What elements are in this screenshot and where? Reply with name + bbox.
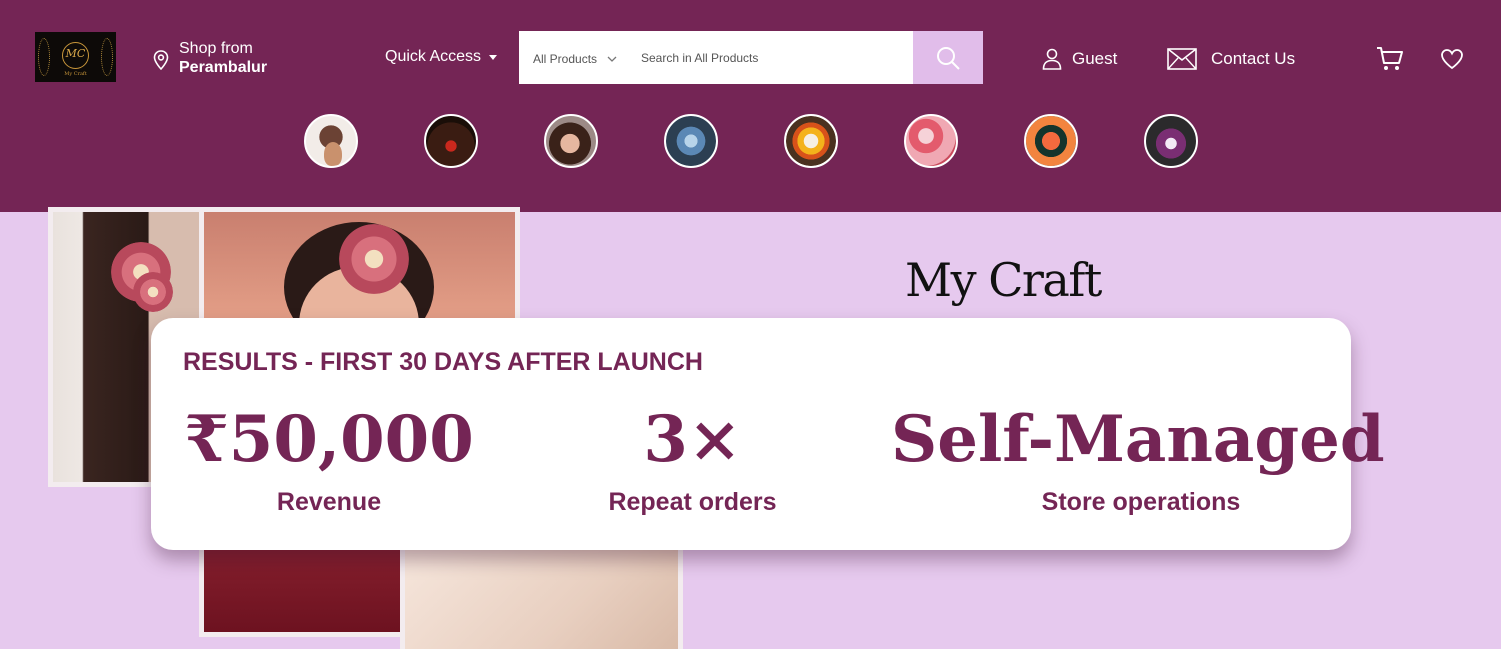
chevron-down-icon	[607, 56, 617, 62]
cart-button[interactable]	[1376, 46, 1404, 77]
logo-monogram: MC	[65, 47, 86, 60]
hero-photo-baby	[400, 542, 683, 649]
search-category-select[interactable]: All Products	[533, 52, 617, 66]
brand-logo[interactable]: MC My Craft	[35, 32, 116, 82]
contact-label: Contact Us	[1211, 49, 1296, 68]
category-kids-hair-accessories[interactable]	[304, 114, 358, 168]
account-label: Guest	[1072, 49, 1118, 68]
category-pink-flowers[interactable]	[904, 114, 958, 168]
cart-icon	[1377, 47, 1403, 70]
category-purple-flowers[interactable]	[1144, 114, 1198, 168]
hero-brand-title: My Craft	[905, 253, 1102, 307]
mail-icon	[1167, 48, 1197, 70]
quick-access-menu[interactable]: Quick Access	[385, 48, 498, 66]
chevron-down-icon	[489, 54, 498, 60]
category-hair-clips[interactable]	[544, 114, 598, 168]
location-pin-icon	[153, 50, 169, 70]
hair-flower	[339, 224, 409, 294]
location-prefix: Shop from	[179, 40, 253, 57]
heart-icon	[1441, 49, 1463, 70]
category-yellow-flowers[interactable]	[784, 114, 838, 168]
search-button[interactable]	[913, 31, 983, 84]
results-heading: RESULTS - FIRST 30 DAYS AFTER LAUNCH	[183, 348, 703, 376]
quick-access-label: Quick Access	[385, 48, 482, 65]
wishlist-button[interactable]	[1440, 48, 1464, 75]
contact-link[interactable]: Contact Us	[1167, 48, 1295, 70]
location-city: Perambalur	[179, 59, 268, 76]
search-input[interactable]	[641, 47, 911, 69]
account-link[interactable]: Guest	[1042, 48, 1117, 70]
stat-revenue-label: Revenue	[276, 488, 382, 516]
category-orange-flowers[interactable]	[1024, 114, 1078, 168]
search-category-label: All Products	[533, 52, 598, 66]
stat-repeat-orders-value: 3×	[643, 402, 742, 477]
site-header: MC My Craft Shop from Perambalur Quick A…	[0, 0, 1501, 212]
stat-repeat-orders-label: Repeat orders	[608, 488, 777, 516]
hair-flower	[133, 272, 173, 312]
stat-revenue-value: ₹50,000	[184, 402, 474, 477]
category-candles[interactable]	[424, 114, 478, 168]
results-card: RESULTS - FIRST 30 DAYS AFTER LAUNCH ₹50…	[151, 318, 1385, 550]
user-icon	[1042, 48, 1062, 70]
stat-store-operations-value: Self-Managed	[891, 402, 1385, 477]
stat-store-operations-label: Store operations	[1041, 488, 1241, 516]
logo-subtitle: My Craft	[64, 71, 87, 77]
search-bar: All Products	[519, 31, 983, 84]
search-icon	[937, 46, 960, 70]
category-blue-flowers[interactable]	[664, 114, 718, 168]
